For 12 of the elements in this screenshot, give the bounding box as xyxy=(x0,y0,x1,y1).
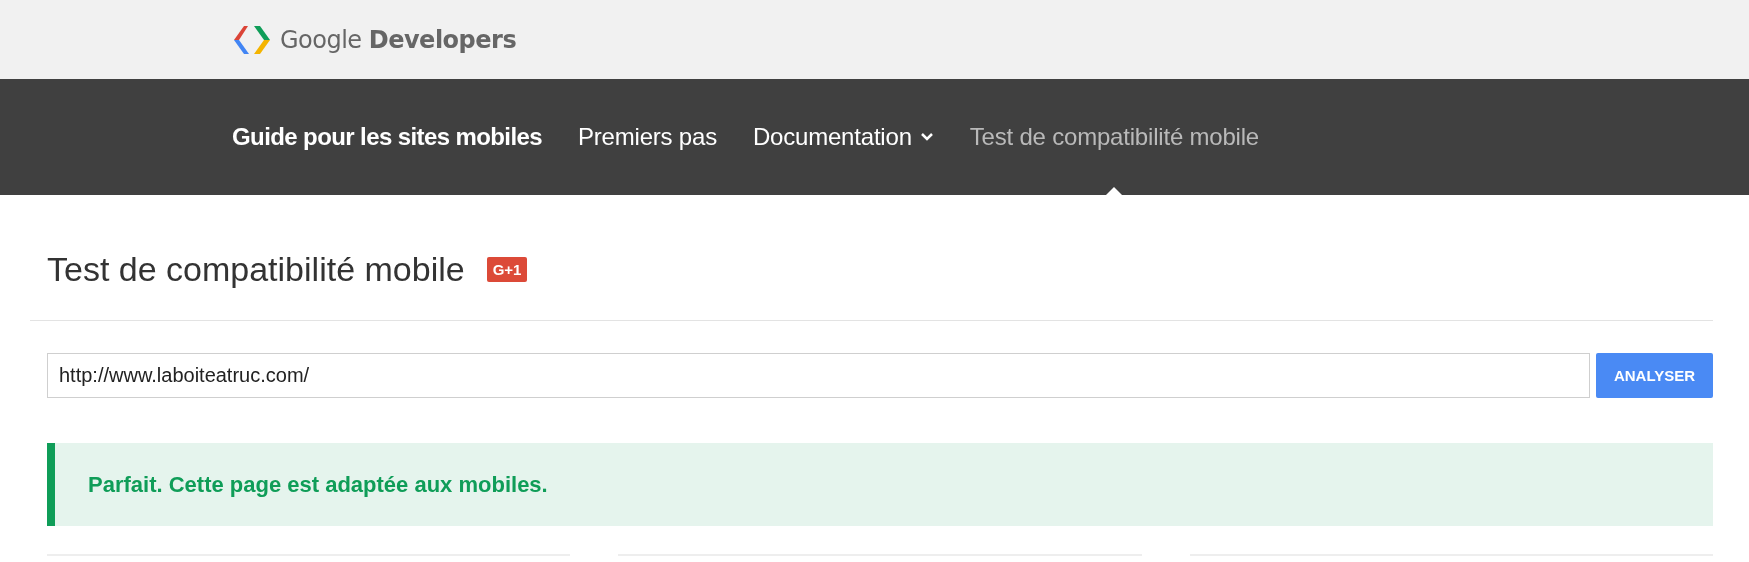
logo-text[interactable]: Google Developers xyxy=(280,25,517,54)
logo-icon xyxy=(232,23,272,56)
page-title: Test de compatibilité mobile xyxy=(47,249,465,289)
active-indicator-icon xyxy=(1106,187,1123,195)
chevron-down-icon xyxy=(919,132,934,142)
nav-link[interactable]: Premiers pas xyxy=(577,123,717,151)
nav-link[interactable]: Documentation xyxy=(752,123,934,151)
result-message: Parfait. Cette page est adaptée aux mobiles. xyxy=(88,471,548,498)
nav-link[interactable]: Test de compatibilité mobile xyxy=(969,123,1259,151)
google-plus-button[interactable]: G+1 xyxy=(486,256,528,282)
site-title-link[interactable]: Guide pour les sites mobiles xyxy=(232,123,542,151)
url-field[interactable]: http://www.laboiteatruc.com/ xyxy=(47,353,1590,398)
